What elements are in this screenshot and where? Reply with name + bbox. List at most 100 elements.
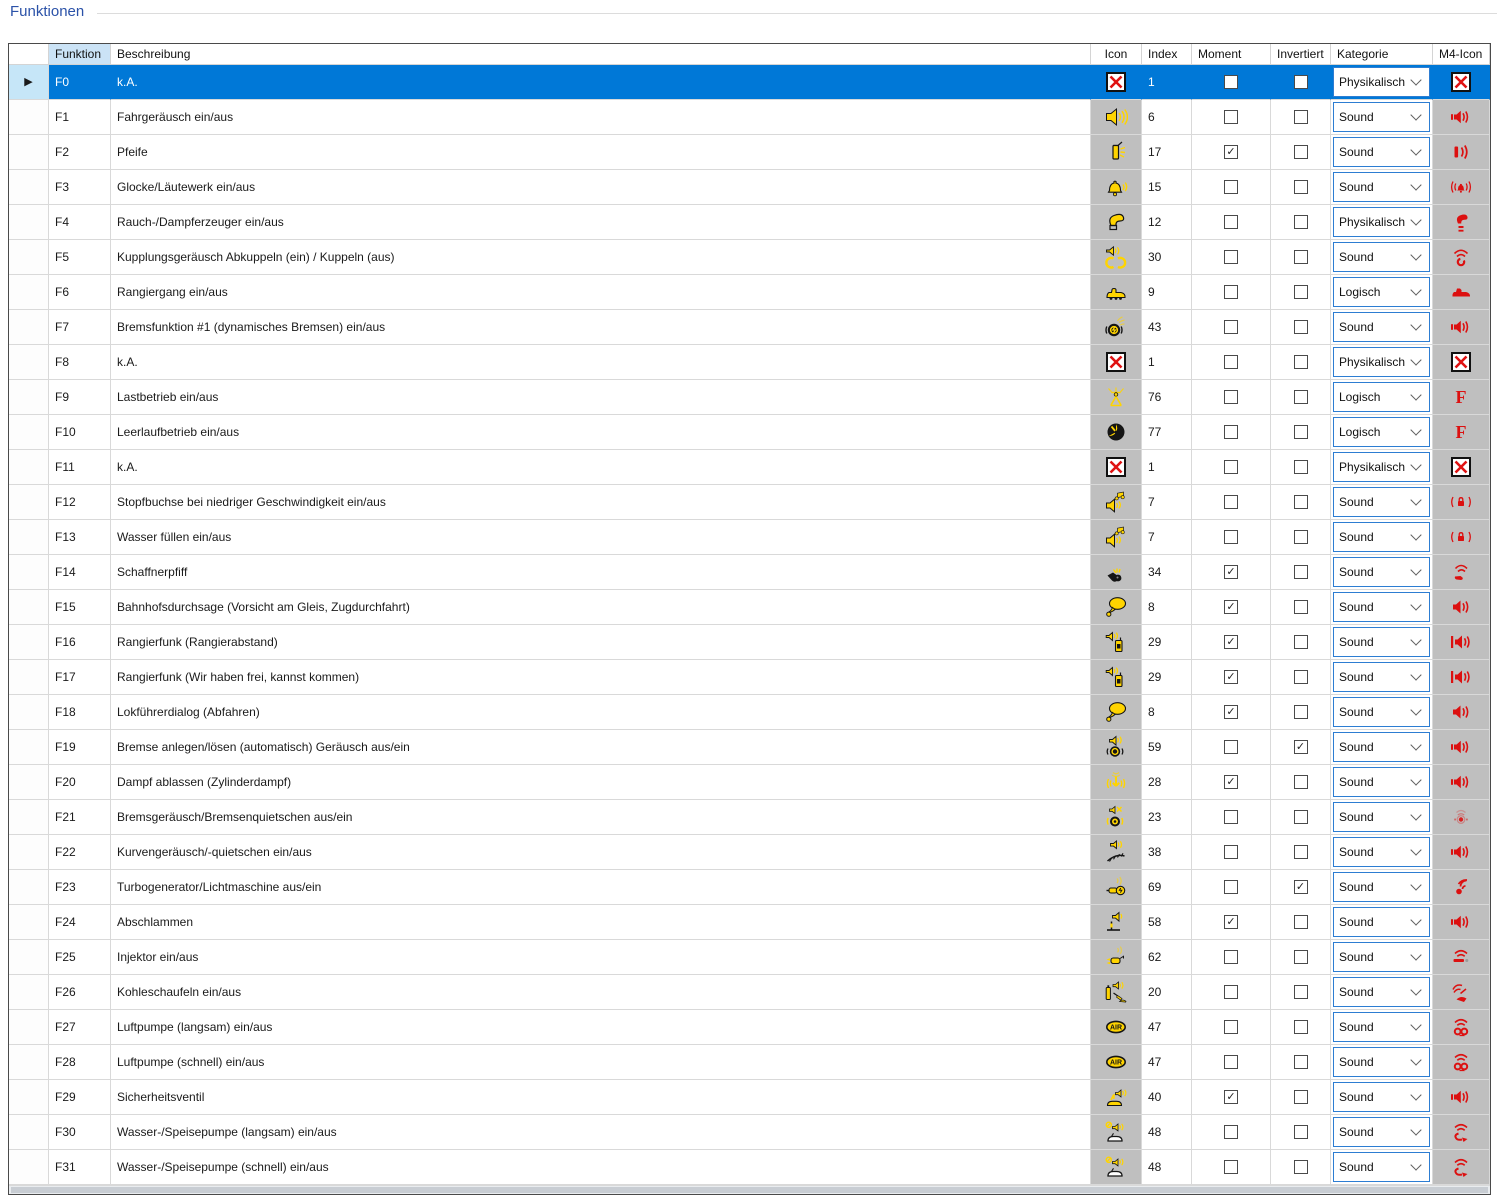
- column-header-beschreibung[interactable]: Beschreibung: [111, 44, 1091, 65]
- moment-checkbox[interactable]: [1224, 180, 1238, 194]
- table-row[interactable]: F6Rangiergang ein/aus9Logisch: [9, 275, 1490, 310]
- column-header-kategorie[interactable]: Kategorie: [1331, 44, 1433, 65]
- row-selector[interactable]: [9, 1115, 49, 1150]
- invertiert-checkbox[interactable]: [1294, 110, 1308, 124]
- row-selector[interactable]: [9, 1150, 49, 1185]
- kategorie-dropdown[interactable]: Sound: [1333, 557, 1430, 587]
- kategorie-dropdown[interactable]: Sound: [1333, 172, 1430, 202]
- kategorie-dropdown[interactable]: Sound: [1333, 522, 1430, 552]
- row-selector[interactable]: [9, 695, 49, 730]
- kategorie-dropdown[interactable]: Sound: [1333, 837, 1430, 867]
- kategorie-dropdown[interactable]: Sound: [1333, 767, 1430, 797]
- invertiert-checkbox[interactable]: [1294, 600, 1308, 614]
- row-selector[interactable]: [9, 485, 49, 520]
- invertiert-checkbox[interactable]: [1294, 1090, 1308, 1104]
- kategorie-dropdown[interactable]: Sound: [1333, 592, 1430, 622]
- table-row[interactable]: F19Bremse anlegen/lösen (automatisch) Ge…: [9, 730, 1490, 765]
- table-row[interactable]: ▶F0k.A.1Physikalisch: [9, 65, 1490, 100]
- table-row[interactable]: F29Sicherheitsventil40✓Sound: [9, 1080, 1490, 1115]
- moment-checkbox[interactable]: ✓: [1224, 915, 1238, 929]
- kategorie-dropdown[interactable]: Sound: [1333, 802, 1430, 832]
- invertiert-checkbox[interactable]: ✓: [1294, 740, 1308, 754]
- table-row[interactable]: F9Lastbetrieb ein/aus76LogischF: [9, 380, 1490, 415]
- row-selector[interactable]: [9, 520, 49, 555]
- table-row[interactable]: F27Luftpumpe (langsam) ein/ausAIR47Sound: [9, 1010, 1490, 1045]
- row-selector[interactable]: [9, 380, 49, 415]
- row-selector[interactable]: [9, 100, 49, 135]
- moment-checkbox[interactable]: [1224, 355, 1238, 369]
- row-selector[interactable]: [9, 590, 49, 625]
- invertiert-checkbox[interactable]: [1294, 145, 1308, 159]
- kategorie-dropdown[interactable]: Sound: [1333, 1117, 1430, 1147]
- table-row[interactable]: F31Wasser-/Speisepumpe (schnell) ein/aus…: [9, 1150, 1490, 1185]
- invertiert-checkbox[interactable]: [1294, 530, 1308, 544]
- invertiert-checkbox[interactable]: [1294, 75, 1308, 89]
- moment-checkbox[interactable]: [1224, 985, 1238, 999]
- table-row[interactable]: F13Wasser füllen ein/aus7Sound: [9, 520, 1490, 555]
- invertiert-checkbox[interactable]: [1294, 425, 1308, 439]
- row-selector[interactable]: [9, 310, 49, 345]
- row-selector[interactable]: [9, 940, 49, 975]
- kategorie-dropdown[interactable]: Sound: [1333, 1152, 1430, 1182]
- invertiert-checkbox[interactable]: [1294, 950, 1308, 964]
- moment-checkbox[interactable]: [1224, 75, 1238, 89]
- table-row[interactable]: F1Fahrgeräusch ein/aus6Sound: [9, 100, 1490, 135]
- table-row[interactable]: F30Wasser-/Speisepumpe (langsam) ein/aus…: [9, 1115, 1490, 1150]
- table-row[interactable]: F22Kurvengeräusch/-quietschen ein/aus38S…: [9, 835, 1490, 870]
- moment-checkbox[interactable]: [1224, 285, 1238, 299]
- invertiert-checkbox[interactable]: [1294, 670, 1308, 684]
- kategorie-dropdown[interactable]: Sound: [1333, 907, 1430, 937]
- moment-checkbox[interactable]: [1224, 460, 1238, 474]
- moment-checkbox[interactable]: ✓: [1224, 705, 1238, 719]
- table-row[interactable]: F2Pfeife17✓Sound: [9, 135, 1490, 170]
- row-selector[interactable]: [9, 660, 49, 695]
- moment-checkbox[interactable]: ✓: [1224, 1090, 1238, 1104]
- column-header-m4-icon[interactable]: M4-Icon: [1433, 44, 1490, 65]
- invertiert-checkbox[interactable]: [1294, 390, 1308, 404]
- invertiert-checkbox[interactable]: [1294, 810, 1308, 824]
- column-header-funktion[interactable]: Funktion: [49, 44, 111, 65]
- kategorie-dropdown[interactable]: Logisch: [1333, 277, 1430, 307]
- table-row[interactable]: F7Bremsfunktion #1 (dynamisches Bremsen)…: [9, 310, 1490, 345]
- table-row[interactable]: F16Rangierfunk (Rangierabstand)29✓Sound: [9, 625, 1490, 660]
- kategorie-dropdown[interactable]: Sound: [1333, 1082, 1430, 1112]
- kategorie-dropdown[interactable]: Sound: [1333, 732, 1430, 762]
- invertiert-checkbox[interactable]: [1294, 180, 1308, 194]
- moment-checkbox[interactable]: [1224, 250, 1238, 264]
- moment-checkbox[interactable]: [1224, 215, 1238, 229]
- invertiert-checkbox[interactable]: [1294, 1125, 1308, 1139]
- invertiert-checkbox[interactable]: [1294, 635, 1308, 649]
- row-selector[interactable]: [9, 730, 49, 765]
- row-selector[interactable]: [9, 800, 49, 835]
- invertiert-checkbox[interactable]: [1294, 250, 1308, 264]
- kategorie-dropdown[interactable]: Sound: [1333, 242, 1430, 272]
- moment-checkbox[interactable]: [1224, 880, 1238, 894]
- table-row[interactable]: F28Luftpumpe (schnell) ein/ausAIR47Sound: [9, 1045, 1490, 1080]
- invertiert-checkbox[interactable]: ✓: [1294, 880, 1308, 894]
- moment-checkbox[interactable]: [1224, 950, 1238, 964]
- row-selector[interactable]: [9, 905, 49, 940]
- kategorie-dropdown[interactable]: Sound: [1333, 977, 1430, 1007]
- invertiert-checkbox[interactable]: [1294, 495, 1308, 509]
- row-selector[interactable]: [9, 835, 49, 870]
- row-selector[interactable]: [9, 555, 49, 590]
- row-selector[interactable]: [9, 450, 49, 485]
- moment-checkbox[interactable]: [1224, 390, 1238, 404]
- moment-checkbox[interactable]: [1224, 810, 1238, 824]
- moment-checkbox[interactable]: [1224, 495, 1238, 509]
- kategorie-dropdown[interactable]: Sound: [1333, 102, 1430, 132]
- table-row[interactable]: F23Turbogenerator/Lichtmaschine aus/ein6…: [9, 870, 1490, 905]
- table-row[interactable]: F5Kupplungsgeräusch Abkuppeln (ein) / Ku…: [9, 240, 1490, 275]
- table-row[interactable]: F4Rauch-/Dampferzeuger ein/aus12Physikal…: [9, 205, 1490, 240]
- kategorie-dropdown[interactable]: Sound: [1333, 137, 1430, 167]
- invertiert-checkbox[interactable]: [1294, 845, 1308, 859]
- invertiert-checkbox[interactable]: [1294, 915, 1308, 929]
- table-row[interactable]: F25Injektor ein/aus62Sound: [9, 940, 1490, 975]
- row-selector[interactable]: [9, 135, 49, 170]
- moment-checkbox[interactable]: [1224, 1160, 1238, 1174]
- table-row[interactable]: F26Kohleschaufeln ein/aus20Sound: [9, 975, 1490, 1010]
- row-selector[interactable]: [9, 975, 49, 1010]
- kategorie-dropdown[interactable]: Sound: [1333, 1047, 1430, 1077]
- table-row[interactable]: F18Lokführerdialog (Abfahren)8✓Sound: [9, 695, 1490, 730]
- invertiert-checkbox[interactable]: [1294, 1055, 1308, 1069]
